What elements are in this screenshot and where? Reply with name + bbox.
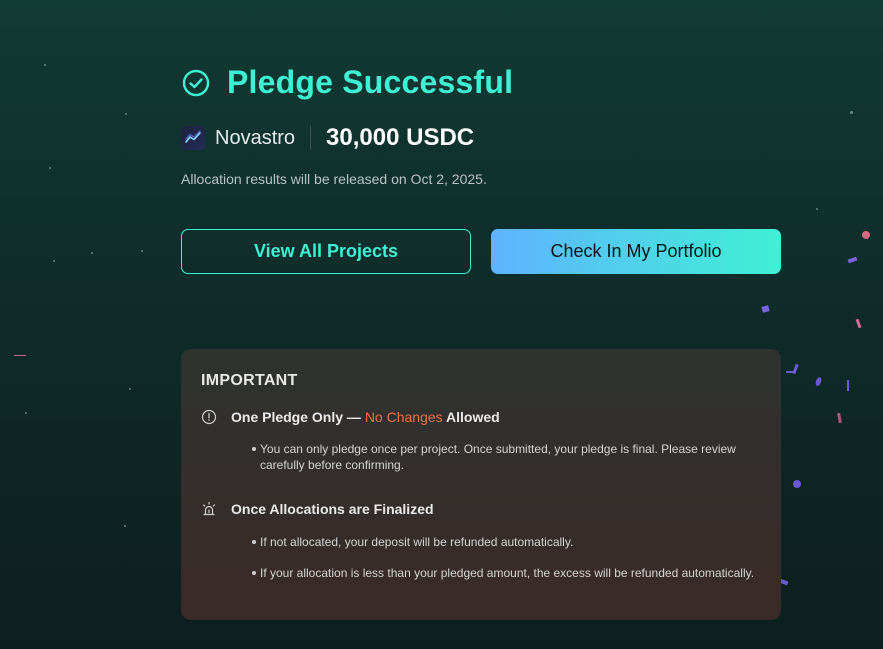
page-title: Pledge Successful <box>227 64 514 100</box>
release-note: Allocation results will be released on O… <box>181 171 487 187</box>
divider <box>310 126 312 150</box>
success-header: Pledge Successful <box>181 64 513 101</box>
view-all-projects-button[interactable]: View All Projects <box>181 229 471 274</box>
list-item: You can only pledge once per project. On… <box>252 441 780 473</box>
notice-suffix: Allowed <box>442 409 500 425</box>
project-summary: Novastro 30,000 USDC <box>181 124 474 152</box>
alert-circle-icon <box>201 409 217 425</box>
check-portfolio-button[interactable]: Check In My Portfolio <box>491 229 781 274</box>
notice-finalized: Once Allocations are Finalized <box>201 501 761 517</box>
card-title: IMPORTANT <box>201 372 298 389</box>
notice-finalized-title: Once Allocations are Finalized <box>231 501 434 517</box>
project-name: Novastro <box>215 126 296 149</box>
notice-one-pledge: One Pledge Only — No Changes Allowed <box>201 409 761 425</box>
notice-one-pledge-title: One Pledge Only — No Changes Allowed <box>231 409 500 425</box>
check-circle-icon <box>182 69 210 96</box>
alarm-icon <box>202 501 216 516</box>
notice-prefix: One Pledge Only — <box>231 409 365 425</box>
project-logo <box>181 126 205 150</box>
list-item: If your allocation is less than your ple… <box>252 565 780 581</box>
list-item: If not allocated, your deposit will be r… <box>252 534 780 550</box>
important-card: IMPORTANT One Pledge Only — No Changes A… <box>181 349 781 620</box>
pledge-amount: 30,000 USDC <box>326 124 475 151</box>
trend-line-icon <box>185 130 201 143</box>
no-changes-highlight: No Changes <box>364 409 443 425</box>
